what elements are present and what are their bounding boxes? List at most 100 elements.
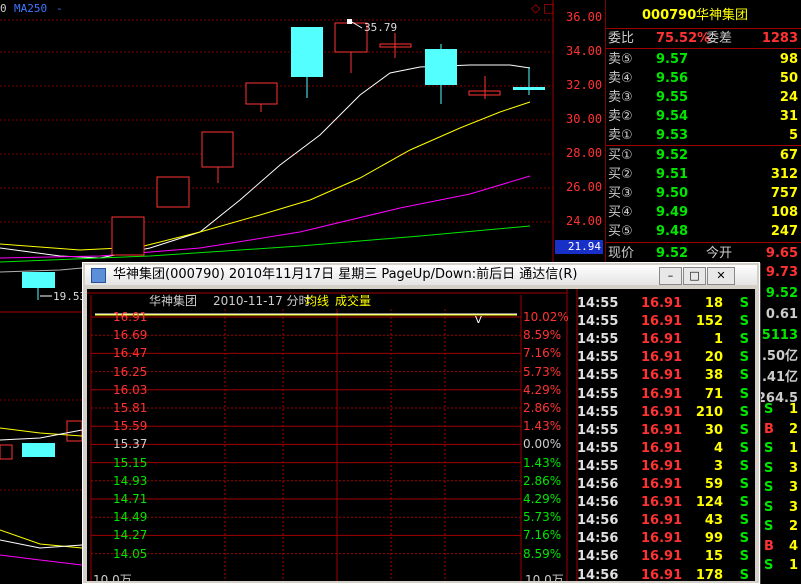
tick-row: 14:55 16.91 38 S	[577, 367, 755, 385]
weicha-label: 委差	[706, 31, 733, 46]
tick-time: 14:56	[577, 477, 619, 492]
tick-row: 14:55 16.91 30 S	[577, 422, 755, 440]
tick-bs: S	[739, 513, 749, 529]
tick-time: 14:55	[577, 296, 619, 311]
tick-price: 16.91	[641, 332, 683, 348]
intraday-dialog[interactable]: 华神集团(000790) 2010年11月17日 星期三 PageUp/Down…	[82, 262, 760, 584]
tick-bs: S	[739, 314, 749, 330]
percent-tick: 1.43%	[523, 455, 562, 470]
price-tick: 32.00	[566, 78, 603, 92]
tick-bs: S	[739, 422, 749, 438]
tick-time: 14:55	[577, 440, 619, 456]
side-tick-bs: S	[764, 441, 774, 456]
volume-label[interactable]: 成交量	[335, 295, 371, 307]
quote-header: 000790 华神集团	[606, 6, 801, 25]
tick-volume: 4	[713, 440, 723, 456]
weicha-value: 1283	[761, 31, 798, 46]
tick-volume: 71	[704, 386, 723, 402]
buy-level-label: 买④	[608, 205, 633, 220]
buy-volume: 67	[779, 148, 798, 163]
dialog-titlebar[interactable]: 华神集团(000790) 2010年11月17日 星期三 PageUp/Down…	[85, 265, 757, 285]
side-tick-count: 1	[788, 441, 798, 456]
buy-level-label: 买⑤	[608, 224, 633, 239]
side-tick-bs: S	[764, 460, 774, 476]
open-label: 今开	[706, 246, 733, 261]
price-tick: 14.27	[113, 528, 148, 543]
candle-up	[334, 22, 368, 53]
weibi-label: 委比	[608, 31, 635, 46]
tick-row: 14:55 16.91 71 S	[577, 386, 755, 404]
tick-time: 14:55	[577, 314, 619, 330]
candle-down	[291, 27, 323, 77]
side-tick-bs: B	[764, 421, 774, 437]
sell-price: 9.56	[656, 71, 689, 86]
candle-down	[22, 272, 55, 288]
price-tick: 16.47	[113, 346, 148, 361]
candle-down	[22, 443, 55, 457]
tick-row: 14:55 16.91 18 S	[577, 295, 755, 313]
percent-tick: 8.59%	[523, 546, 562, 561]
tick-time: 14:55	[577, 422, 619, 438]
side-tick-count: 1	[788, 402, 798, 417]
buy-volume: 247	[770, 224, 798, 239]
tick-volume: 15	[704, 549, 723, 565]
buy-price: 9.48	[656, 224, 689, 239]
percent-tick: 8.59%	[523, 328, 562, 343]
percent-tick: 4.29%	[523, 382, 562, 397]
buy-price: 9.49	[656, 205, 689, 220]
percent-tick: 0.00%	[523, 437, 562, 452]
tick-price: 16.91	[641, 314, 683, 330]
price-tick: 15.81	[113, 401, 148, 415]
buy-volume: 757	[770, 186, 798, 201]
tick-time: 14:56	[577, 549, 619, 565]
tick-bs: S	[739, 549, 749, 565]
sell-price: 9.57	[656, 52, 689, 67]
tick-bs: S	[739, 477, 749, 492]
tick-volume: 3	[713, 458, 723, 474]
sell-level-label: 卖⑤	[608, 52, 633, 67]
side-tick-count: 3	[788, 499, 798, 515]
sell-row: 卖⑤ 9.57 98	[606, 50, 801, 69]
tick-volume: 59	[704, 477, 723, 492]
percent-tick: 2.86%	[523, 473, 562, 488]
now-label: 现价	[608, 246, 635, 261]
percent-tick: 1.43%	[523, 419, 562, 434]
price-tick: 28.00	[566, 146, 603, 160]
percent-tick: 10.02%	[523, 310, 569, 324]
sell-volume: 98	[779, 52, 798, 67]
sell-price: 9.53	[656, 128, 689, 143]
buy-row: 买⑤ 9.48 247	[606, 222, 801, 241]
weibi-value: 75.52%	[656, 31, 711, 46]
close-button[interactable]: ✕	[707, 267, 735, 285]
candle-down	[425, 49, 457, 85]
tick-price: 16.91	[641, 440, 683, 456]
price-tick: 14.93	[113, 473, 148, 488]
candle-up	[245, 82, 278, 105]
candle-up	[0, 444, 13, 460]
high-price-label: 35.79	[364, 21, 398, 34]
tick-price: 16.91	[641, 477, 683, 492]
price-tick: 15.37	[113, 437, 148, 452]
tick-time: 14:55	[577, 332, 619, 348]
stock-name: 华神集团	[696, 8, 749, 23]
chart-stock-name: 华神集团	[149, 294, 198, 308]
avg-line-label[interactable]: 均线	[305, 295, 329, 307]
minimize-button[interactable]: –	[659, 267, 682, 285]
buy-volume: 108	[770, 205, 798, 220]
diamond-icon[interactable]: ◇	[531, 1, 540, 15]
tick-row: 14:56 16.91 59 S	[577, 476, 755, 494]
square-icon[interactable]: □	[543, 1, 554, 15]
tick-time: 14:55	[577, 368, 619, 384]
tick-bs: S	[739, 458, 749, 474]
price-tick: 15.15	[113, 455, 148, 470]
side-tick-bs: S	[764, 499, 774, 515]
tick-row: 14:56 16.91 99 S	[577, 530, 755, 548]
maximize-button[interactable]: □	[683, 267, 706, 285]
candle-up	[156, 176, 190, 208]
side-tick-count: 1	[788, 558, 798, 573]
tick-price: 16.91	[641, 549, 683, 565]
tick-bs: S	[739, 404, 749, 420]
price-tick: 34.00	[566, 44, 603, 58]
tick-bs: S	[739, 350, 749, 366]
tick-price: 16.91	[641, 368, 683, 384]
